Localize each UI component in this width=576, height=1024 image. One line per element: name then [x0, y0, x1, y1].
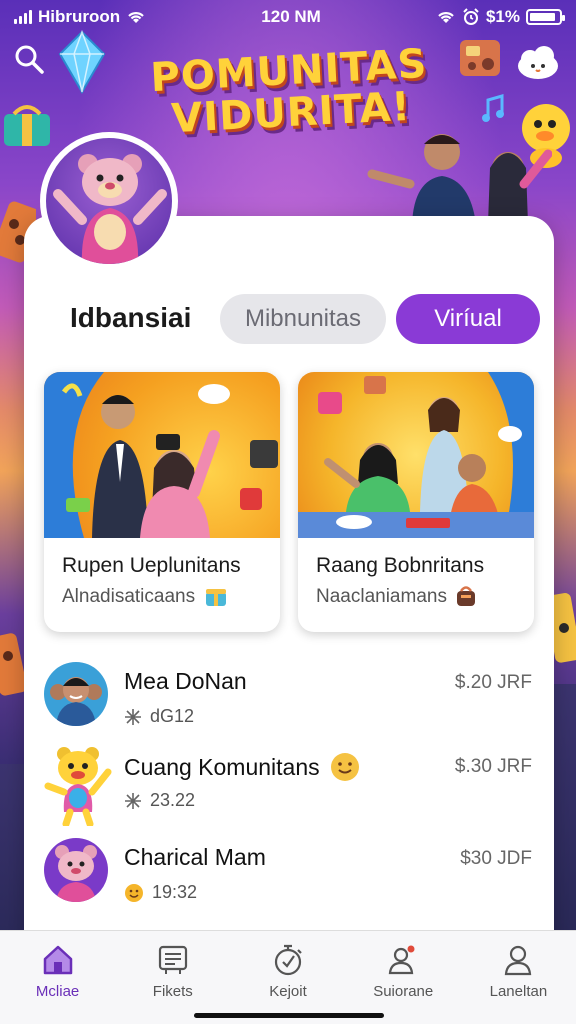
nav-item-profile[interactable]: Laneltan	[461, 931, 576, 1024]
status-bar: Hibruroon 120 NM $1%	[0, 0, 576, 34]
boombox-icon	[0, 633, 24, 696]
gift-icon	[206, 589, 226, 606]
gift-box-icon	[4, 105, 50, 146]
list-item-name: Mea DoNan	[124, 668, 247, 694]
tile-image	[44, 372, 280, 538]
music-note-icon	[482, 94, 504, 122]
list-item[interactable]: Cuang Komunitans 23.22 $.30 JRF	[42, 746, 536, 832]
list-item-price: $.30 JRF	[454, 756, 532, 777]
content-card: Idbansiai Mibnunitas Viríual Rupen Ueplu…	[24, 216, 554, 976]
bear-mascot-icon	[53, 154, 167, 264]
list-item-meta-text: 23.22	[150, 790, 196, 810]
tile-subtitle: Naaclaniamans	[316, 586, 447, 607]
smiley-emoji-icon	[330, 753, 359, 781]
list-item[interactable]: Mea DoNan dG12 $.20 JRF	[42, 662, 536, 748]
nav-item-home[interactable]: Mcliae	[0, 931, 115, 1024]
bag-icon	[457, 586, 475, 606]
nav-item-timer[interactable]: Kejoit	[230, 931, 345, 1024]
people-icon	[388, 945, 415, 975]
signal-icon	[14, 10, 32, 24]
list-item-meta-text: 19:32	[152, 882, 198, 902]
list-item-meta: dG12	[124, 706, 194, 727]
ticket-icon	[158, 945, 187, 974]
search-icon[interactable]	[12, 42, 46, 76]
list-item-name: Charical Mam	[124, 844, 266, 870]
list-item-meta: 23.22	[124, 790, 195, 811]
nav-label: Suiorane	[373, 983, 434, 1000]
home-indicator[interactable]	[194, 1013, 384, 1018]
battery-percent: $1%	[485, 7, 520, 26]
nav-label: Laneltan	[489, 983, 548, 1000]
tile-image	[298, 372, 534, 538]
diamond-icon	[58, 30, 106, 94]
tab-virtual[interactable]: Viríual	[396, 294, 540, 344]
list-item-name-text: Cuang Komunitans	[124, 753, 320, 780]
community-tile[interactable]: Rupen Ueplunitans Alnadisaticaans	[44, 372, 280, 632]
tile-title: Raang Bobnritans	[316, 554, 485, 577]
user-icon	[505, 945, 532, 976]
list-item-meta: 19:32	[124, 882, 197, 903]
radio-icon	[460, 40, 500, 76]
sparkle-icon	[125, 708, 141, 725]
list-item-meta-text: dG12	[150, 706, 195, 726]
list-item-price: $.20 JRF	[454, 672, 532, 693]
avatar	[44, 838, 108, 902]
bottom-navigation: Mcliae Fikets Kejoit Suiorane Laneltan	[0, 930, 576, 1024]
wifi-icon	[128, 12, 144, 23]
nav-item-tickets[interactable]: Fikets	[115, 931, 230, 1024]
nav-label: Mcliae	[35, 983, 80, 1000]
profile-avatar[interactable]	[40, 132, 178, 270]
wifi-icon	[438, 12, 454, 23]
cheering-people-illustration	[367, 134, 552, 224]
nav-label: Fikets	[152, 983, 193, 1000]
list-item[interactable]: Charical Mam 19:32 $30 JDF	[42, 838, 536, 924]
sparkle-icon	[125, 792, 141, 809]
battery-icon	[526, 9, 565, 25]
avatar	[44, 662, 108, 726]
tab-mibnunitas[interactable]: Mibnunitas	[220, 294, 386, 344]
emoji-icon	[125, 883, 143, 902]
list-item-price: $30 JDF	[460, 848, 532, 869]
alarm-icon	[463, 8, 479, 25]
tile-subtitle: Alnadisaticaans	[62, 586, 196, 607]
carrier-label: Hibruroon	[38, 7, 121, 26]
list-item-name: Cuang Komunitans	[124, 752, 360, 782]
timer-icon	[274, 944, 302, 976]
clock: 120 NM	[261, 7, 321, 26]
community-tile[interactable]: Raang Bobnritans Naaclaniamans	[298, 372, 534, 632]
tile-title: Rupen Ueplunitans	[62, 554, 241, 577]
nav-label: Kejoit	[269, 983, 307, 1000]
nav-item-people[interactable]: Suiorane	[346, 931, 461, 1024]
avatar	[44, 746, 112, 828]
home-icon	[43, 945, 72, 975]
cloud-mascot-icon[interactable]	[514, 42, 562, 82]
section-title: Idbansiai	[70, 302, 192, 333]
